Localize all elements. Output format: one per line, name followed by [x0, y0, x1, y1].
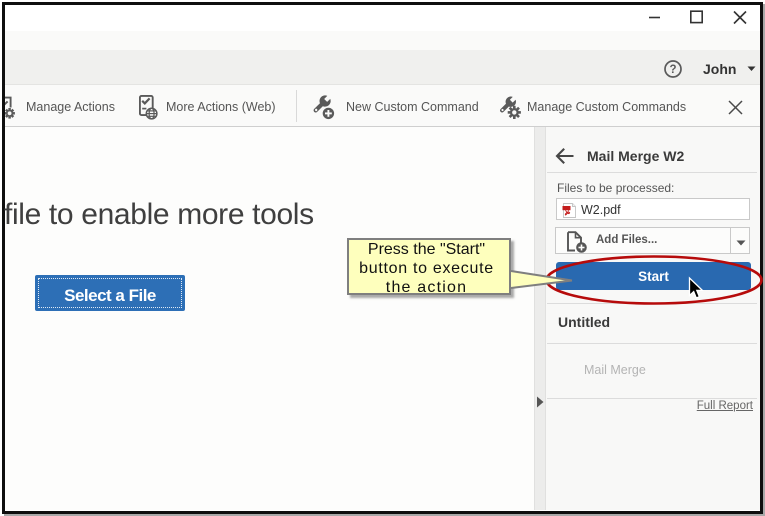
svg-text:?: ?: [669, 64, 676, 76]
